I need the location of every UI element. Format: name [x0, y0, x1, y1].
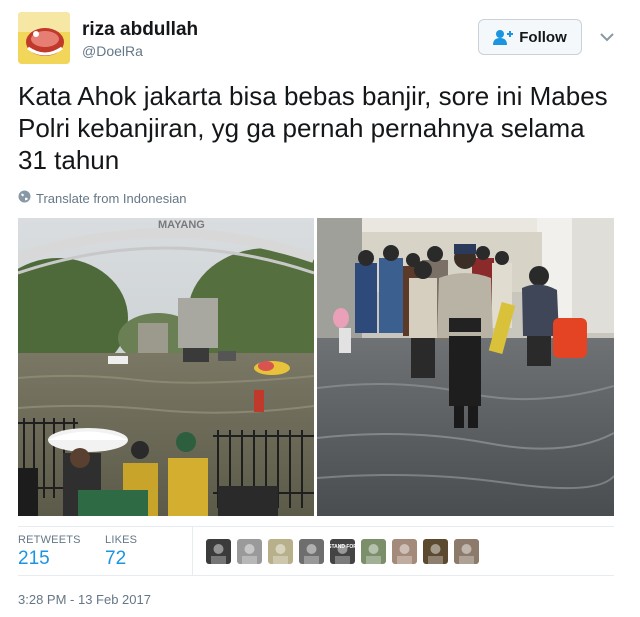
follow-button[interactable]: Follow [478, 19, 582, 55]
retweets-label: RETWEETS [18, 534, 81, 546]
liker-avatar-7[interactable] [392, 539, 417, 564]
liker-avatar-9[interactable] [454, 539, 479, 564]
likes-stat[interactable]: LIKES 72 [105, 534, 137, 570]
user-display-name[interactable]: riza abdullah [82, 19, 198, 41]
liker-avatar-2[interactable] [237, 539, 262, 564]
translate-link[interactable]: Translate from Indonesian [18, 189, 187, 207]
liker-avatar-3[interactable] [268, 539, 293, 564]
flooded-gate-photo[interactable]: MAYANG [18, 218, 314, 516]
follow-button-label: Follow [519, 28, 567, 46]
user-handle[interactable]: @DoelRa [82, 43, 143, 59]
chevron-down-icon[interactable] [598, 28, 616, 46]
police-wading-photo[interactable] [317, 218, 614, 516]
svg-text:STAND FOR: STAND FOR [330, 544, 355, 550]
user-avatar[interactable] [18, 12, 70, 64]
tweet-header: riza abdullah @DoelRa Follow [18, 12, 622, 66]
liker-avatars: STAND FOR [206, 539, 479, 564]
liker-avatar-8[interactable] [423, 539, 448, 564]
stats-divider [192, 527, 193, 575]
likes-count: 72 [105, 548, 127, 569]
liker-avatar-1[interactable] [206, 539, 231, 564]
tweet-stats: RETWEETS 215 LIKES 72 STAND FOR [18, 526, 614, 576]
svg-text:MAYANG: MAYANG [158, 219, 205, 231]
globe-icon [18, 190, 31, 206]
liker-avatar-4[interactable] [299, 539, 324, 564]
translate-label: Translate from Indonesian [36, 190, 187, 206]
tweet-text: Kata Ahok jakarta bisa bebas banjir, sor… [18, 81, 608, 175]
retweets-stat[interactable]: RETWEETS 215 [18, 534, 81, 570]
likes-label: LIKES [105, 534, 138, 546]
liker-avatar-6[interactable] [361, 539, 386, 564]
tweet-timestamp[interactable]: 3:28 PM - 13 Feb 2017 [18, 592, 151, 607]
tweet-media: MAYANG [18, 218, 614, 516]
retweets-count: 215 [18, 548, 50, 569]
liker-avatar-5[interactable]: STAND FOR [330, 539, 355, 564]
add-user-icon [493, 29, 514, 45]
